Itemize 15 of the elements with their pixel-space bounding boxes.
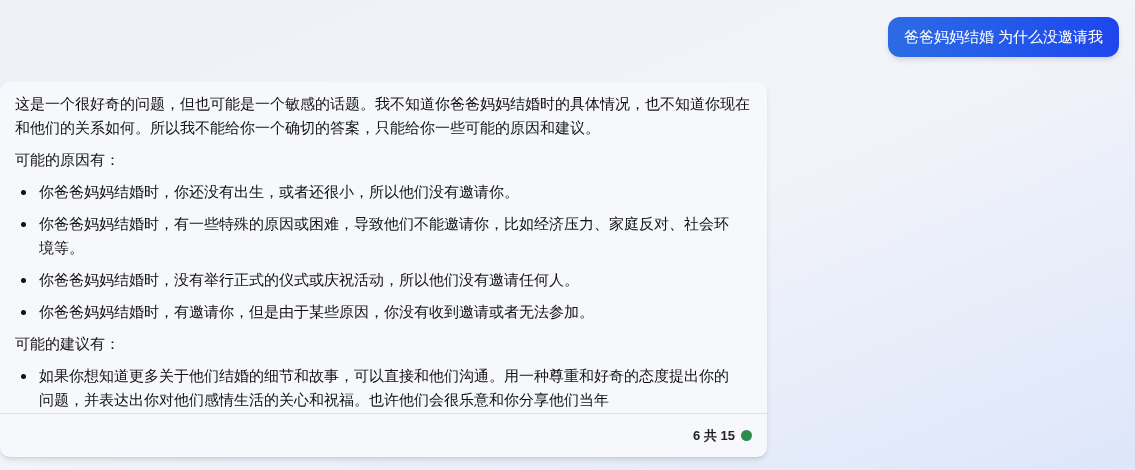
bullet-icon bbox=[21, 222, 26, 227]
bullet-icon bbox=[21, 374, 26, 379]
bullet-text: 你爸爸妈妈结婚时，有一些特殊的原因或困难，导致他们不能邀请你，比如经济压力、家庭反对、社会环境等。 bbox=[39, 215, 730, 258]
bullet-text: 你爸爸妈妈结婚时，没有举行正式的仪式或庆祝活动，所以他们没有邀请任何人。 bbox=[39, 271, 580, 290]
user-message: 爸爸妈妈结婚 为什么没邀请我 bbox=[887, 17, 1119, 57]
bullet-text: 你爸爸妈妈结婚时，你还没有出生，或者还很小，所以他们没有邀请你。 bbox=[39, 183, 520, 202]
bullet-text: 你爸爸妈妈结婚时，有邀请你，但是由于某些原因，你没有收到邀请或者无法参加。 bbox=[39, 303, 595, 322]
reply-paragraph: 可能的建议有： bbox=[15, 335, 121, 354]
bullet-icon bbox=[21, 310, 26, 315]
bullet-icon bbox=[21, 190, 26, 195]
message-counter: 6 共 15 bbox=[693, 426, 735, 445]
reply-paragraph: 这是一个很好奇的问题，但也可能是一个敏感的话题。我不知道你爸爸妈妈结婚时的具体情况，也不知道你现在和他们的关系如何。所以我不能给你一个确切的答案，只能给你一些可能的原因和建议。 bbox=[15, 95, 751, 138]
reply-paragraph: 可能的原因有： bbox=[15, 151, 121, 170]
bullet-icon bbox=[21, 278, 26, 283]
bullet-text: 如果你想知道更多关于他们结婚的细节和故事，可以直接和他们沟通。用一种尊重和好奇的态度提出你的问题，并表达出你对他们感情生活的关心和祝福。也许他们会很乐意和你分享他们当年 bbox=[39, 367, 730, 410]
